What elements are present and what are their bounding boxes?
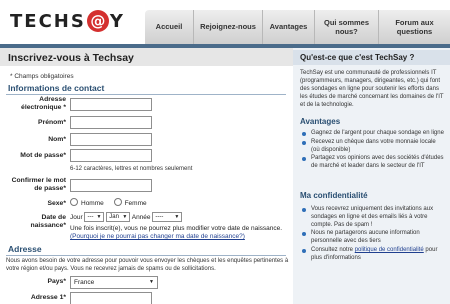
confirm-password-field[interactable] <box>70 179 152 192</box>
list-item: Recevez un chèque dans votre monnaie loc… <box>300 139 446 155</box>
techsay-logo[interactable]: TECHS @ Y <box>10 8 125 34</box>
chevron-down-icon: ▼ <box>149 279 154 285</box>
address-intro: Nous avons besoin de votre adresse pour … <box>6 258 289 272</box>
bullet-icon <box>302 208 306 212</box>
lastname-field[interactable] <box>70 133 152 146</box>
birthdate-note-text: Une fois inscrit(e), vous ne pourrez plu… <box>70 225 283 232</box>
privacy-text: Nous ne partagerons aucune information p… <box>311 230 420 245</box>
chevron-down-icon: ▼ <box>122 214 128 221</box>
sex-female-label: Femme <box>124 200 147 207</box>
bullet-icon <box>302 140 306 145</box>
address1-field[interactable] <box>70 292 152 304</box>
birthdate-note: Une fois inscrit(e), vous ne pourrez plu… <box>70 225 288 241</box>
privacy-policy-link[interactable]: politique de confidentialité <box>355 247 424 253</box>
chevron-down-icon: ▼ <box>96 214 102 221</box>
nav-rejoignez-nous[interactable]: Rejoignez-nous <box>193 10 262 44</box>
main-nav: Accueil Rejoignez-nous Avantages Qui som… <box>145 10 450 44</box>
logo-at-icon: @ <box>86 10 109 32</box>
privacy-text: Vous recevrez uniquement des invitations… <box>311 206 434 228</box>
sex-options: Homme Femme <box>70 198 147 209</box>
nav-avantages[interactable]: Avantages <box>262 10 314 44</box>
country-label: Pays* <box>47 278 66 285</box>
birth-month-value: Jan <box>109 214 119 221</box>
address-heading: Adresse <box>6 244 286 256</box>
birthdate-label: Date de naissance* <box>30 214 66 229</box>
birth-month-select[interactable]: Jan ▼ <box>106 212 131 223</box>
about-text: TechSay est une communauté de profession… <box>300 70 444 108</box>
confirm-password-label: Confirmer le mot de passe* <box>11 177 66 192</box>
sex-female-radio[interactable] <box>113 198 122 206</box>
address1-label: Adresse 1* <box>30 294 66 301</box>
password-label: Mot de passe* <box>20 152 66 159</box>
birth-day-text: Jour <box>70 214 83 221</box>
list-item: Partagez vos opinions avec des sociétés … <box>300 155 446 171</box>
bullet-icon <box>302 232 306 237</box>
advantage-text: Partagez vos opinions avec des sociétés … <box>311 155 444 170</box>
password-field[interactable] <box>70 149 152 162</box>
email-field[interactable] <box>70 98 152 111</box>
list-item: Consultez notre politique de confidentia… <box>300 247 446 263</box>
country-select[interactable]: France ▼ <box>70 276 158 289</box>
bullet-icon <box>302 157 306 162</box>
birthdate-selects: Jour --- ▼ Jan ▼ Année ---- ▼ <box>70 212 183 223</box>
privacy-text: Consultez notre <box>311 246 355 253</box>
bullet-icon <box>302 132 306 136</box>
advantage-text: Gagnez de l'argent pour chaque sondage e… <box>311 130 444 136</box>
sex-male-label: Homme <box>81 200 104 207</box>
birth-day-select[interactable]: --- ▼ <box>84 212 105 223</box>
site-header: TECHS @ Y Accueil Rejoignez-nous Avantages… <box>0 0 450 44</box>
birth-day-value: --- <box>87 214 94 221</box>
sex-label: Sexe* <box>47 200 66 207</box>
advantages-list: Gagnez de l'argent pour chaque sondage e… <box>300 130 446 172</box>
sidebar: Qu'est-ce que c'est TechSay ? TechSay es… <box>293 48 450 304</box>
logo-text-end: Y <box>109 10 125 32</box>
lastname-label: Nom* <box>48 136 66 143</box>
firstname-field[interactable] <box>70 116 152 129</box>
about-heading: Qu'est-ce que c'est TechSay ? <box>293 50 450 65</box>
logo-text-start: TECHS <box>10 10 86 32</box>
page-title: Inscrivez-vous à Techsay <box>0 48 293 66</box>
registration-form: Inscrivez-vous à Techsay * Champs obliga… <box>0 48 293 304</box>
required-note: * Champs obligatoires <box>10 73 74 80</box>
contact-heading: Informations de contact <box>6 83 286 95</box>
birthdate-why-link[interactable]: (Pourquoi je ne pourrai pas changer ma d… <box>70 233 245 240</box>
list-item: Vous recevrez uniquement des invitations… <box>300 206 446 229</box>
bullet-icon <box>302 248 306 253</box>
password-hint: 6-12 caractères, lettres et nombres seul… <box>70 166 193 172</box>
advantages-heading: Avantages <box>300 117 341 126</box>
list-item: Nous ne partagerons aucune information p… <box>300 230 446 246</box>
privacy-list: Vous recevrez uniquement des invitations… <box>300 206 446 264</box>
birth-year-text: Année <box>131 214 151 221</box>
chevron-down-icon: ▼ <box>174 214 180 221</box>
list-item: Gagnez de l'argent pour chaque sondage e… <box>300 130 446 138</box>
birth-year-select[interactable]: ---- ▼ <box>152 212 183 223</box>
birth-year-value: ---- <box>155 214 164 221</box>
sex-male-radio[interactable] <box>70 198 78 206</box>
country-value: France <box>74 279 95 286</box>
privacy-heading: Ma confidentialité <box>300 191 368 200</box>
nav-accueil[interactable]: Accueil <box>145 10 193 44</box>
email-label: Adresse électronique * <box>21 96 66 111</box>
advantage-text: Recevez un chèque dans votre monnaie loc… <box>311 138 436 153</box>
nav-forum-questions[interactable]: Forum aux questions <box>378 10 450 44</box>
nav-qui-sommes-nous[interactable]: Qui sommes nous? <box>314 10 378 44</box>
firstname-label: Prénom* <box>38 119 66 126</box>
